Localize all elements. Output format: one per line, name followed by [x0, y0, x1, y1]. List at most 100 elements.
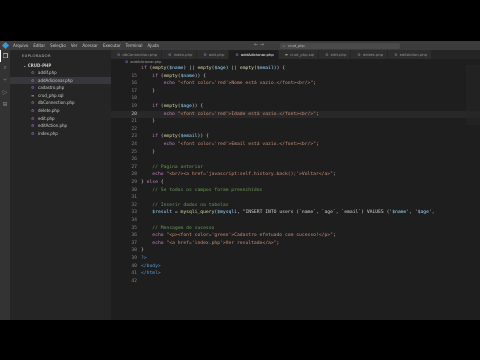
editor-tab[interactable]: ≡ crud_php.sql: [278, 50, 320, 59]
vscode-window: Arquivo Editar Seleção Ver Acessar Executar Te…: [0, 41, 480, 320]
code-line[interactable]: if (empty($name) || empty($age) || empty…: [111, 65, 480, 73]
code-text: $result = mysqli_query($mysqli, "INSERT …: [152, 210, 435, 216]
file-item[interactable]: ⚙ dbConnection.php: [10, 99, 111, 107]
file-item[interactable]: ⚙ edit.php: [10, 115, 111, 123]
file-label: cadastro.php: [38, 85, 65, 91]
file-label: dbConnection.php: [38, 100, 75, 106]
line-number: 23: [131, 134, 137, 140]
line-number: 41: [131, 271, 137, 277]
workspace-folder[interactable]: ⌄ CRUD-PHP: [10, 62, 111, 69]
code-text: // Se todos os campos foram preenchidos: [141, 187, 263, 193]
code-line[interactable]: 33 $result = mysqli_query($mysqli, "INSE…: [111, 209, 480, 217]
code-line[interactable]: 31: [111, 194, 480, 202]
code-line[interactable]: 19 if (empty($age)) {: [111, 103, 480, 111]
command-center-search[interactable]: ⌕ crud_php: [280, 42, 400, 49]
code-line[interactable]: 17 }: [111, 88, 480, 96]
breadcrumb-file: addAdicionar.php: [130, 60, 162, 64]
tab-label: addAdicionar.php: [240, 52, 274, 57]
code-line[interactable]: 42: [111, 278, 480, 286]
code-text: } else {: [141, 180, 164, 185]
menu-item[interactable]: Seleção: [50, 41, 66, 50]
code-editor[interactable]: if (empty($name) || empty($age) || empty…: [111, 65, 480, 320]
menu-item[interactable]: Terminal: [126, 41, 143, 50]
line-number: 39: [131, 256, 137, 261]
line-number: 26: [131, 157, 137, 163]
file-item[interactable]: ⚙ index.php: [10, 130, 111, 138]
explorer-header: EXPLORADOR: [22, 53, 51, 58]
line-number: 36: [131, 233, 137, 239]
code-line[interactable]: 21 }: [111, 118, 480, 126]
code-line[interactable]: 22: [111, 126, 480, 134]
line-number: 33: [131, 210, 137, 216]
title-bar: Arquivo Editar Seleção Ver Acessar Executar Te…: [0, 41, 480, 50]
menu-item[interactable]: Arquivo: [13, 41, 28, 50]
nav-arrows[interactable]: ← →: [254, 41, 264, 50]
editor-tab[interactable]: ⚙ edit.php: [319, 50, 352, 59]
code-line[interactable]: 20 echo "<font color='red'>Idade está va…: [111, 110, 480, 119]
php-file-icon: ⚙: [168, 52, 172, 57]
code-line[interactable]: 35 // Mensagem de sucesso: [111, 225, 480, 233]
php-file-icon: ⚙: [125, 60, 129, 64]
code-line[interactable]: 38}: [111, 247, 480, 255]
code-line[interactable]: 25 }: [111, 149, 480, 157]
code-line[interactable]: 23 if (empty($email)) {: [111, 133, 480, 141]
php-file-icon: ⚙: [31, 115, 35, 121]
php-file-icon: ⚙: [325, 52, 329, 57]
code-line[interactable]: 18: [111, 95, 480, 103]
code-line[interactable]: 15 if (empty($name)) {: [111, 73, 480, 81]
search-icon[interactable]: ⌕: [0, 62, 10, 74]
file-item[interactable]: ⚙ addif.php: [10, 69, 111, 77]
code-text: echo "<br/><a href='javascript:self.hist…: [152, 172, 336, 178]
menu-bar: Arquivo Editar Seleção Ver Acessar Executar Te…: [13, 41, 159, 50]
file-item[interactable]: ≡ crud_php.sql: [10, 92, 111, 100]
code-line[interactable]: 34: [111, 217, 480, 225]
code-line[interactable]: 30 // Se todos os campos foram preenchid…: [111, 187, 480, 195]
file-item[interactable]: ⚙ delete.php: [10, 107, 111, 115]
code-line[interactable]: 28 echo "<br/><a href='javascript:self.h…: [111, 171, 480, 179]
extensions-icon[interactable]: ⊞: [0, 98, 10, 110]
code-line[interactable]: 39 ?>: [111, 255, 480, 263]
editor-tab[interactable]: ⚙ editAction.php: [388, 50, 433, 59]
php-file-icon: ⚙: [203, 52, 207, 57]
code-line[interactable]: 24 echo "<font color='red'>Email está va…: [111, 141, 480, 149]
menu-item[interactable]: Executar: [103, 41, 121, 50]
php-file-icon: ⚙: [31, 123, 35, 129]
minimap[interactable]: [466, 65, 480, 125]
code-line[interactable]: 36 echo "<p><font color='green'>Cadastro…: [111, 232, 480, 240]
code-text: }: [141, 248, 144, 254]
menu-item[interactable]: Ajuda: [148, 41, 159, 50]
run-debug-icon[interactable]: ▷: [0, 86, 10, 98]
tab-label: crud_php.sql: [289, 52, 315, 57]
editor-tab[interactable]: ⚙ index.php: [162, 50, 198, 59]
code-line[interactable]: 26: [111, 156, 480, 164]
file-item[interactable]: ⚙ cadastro.php: [10, 84, 111, 92]
menu-item[interactable]: Ver: [71, 41, 78, 50]
source-control-icon[interactable]: ⑂: [0, 74, 10, 86]
code-text: }: [141, 119, 156, 125]
editor-tab[interactable]: ⚙ delete.php: [351, 50, 389, 59]
file-label: crud_php.sql: [38, 92, 64, 98]
code-text: if (empty($age)) {: [152, 104, 204, 109]
code-line[interactable]: 16 echo "<font color='red'>Nome está vaz…: [111, 80, 480, 88]
php-file-icon: ⚙: [31, 130, 35, 136]
editor-tab[interactable]: ⚙ add.php: [197, 50, 230, 59]
file-item[interactable]: ⚙ addAdicionar.php: [10, 76, 111, 85]
code-line[interactable]: 41 </html>: [111, 270, 480, 278]
explorer-sidebar: EXPLORADOR ⌄ CRUD-PHP ⚙ addif.php ⚙ addAdic…: [10, 50, 111, 320]
line-number: 17: [131, 88, 137, 94]
explorer-icon[interactable]: ❐: [0, 50, 10, 62]
code-line[interactable]: 32 // Inserir dados na tabelas: [111, 202, 480, 210]
code-line[interactable]: 37 echo "<a href='index.php'>Ver resulta…: [111, 240, 480, 248]
file-item[interactable]: ⚙ editAction.php: [10, 122, 111, 130]
menu-item[interactable]: Acessar: [82, 41, 98, 50]
code-line[interactable]: 29} else {: [111, 179, 480, 187]
menu-item[interactable]: Editar: [33, 41, 45, 50]
code-line[interactable]: 40 </body>: [111, 263, 480, 271]
editor-tab[interactable]: ⚙ addAdicionar.php: [229, 50, 279, 59]
activity-bar: ❐ ⌕ ⑂ ▷ ⊞: [0, 50, 10, 320]
line-number: 35: [131, 225, 137, 231]
code-line[interactable]: 27 // Pagina anterior: [111, 164, 480, 172]
editor-tab[interactable]: ⚙ dbConnection.php: [111, 50, 163, 59]
line-number: 31: [131, 195, 137, 201]
line-number: 24: [131, 142, 137, 147]
